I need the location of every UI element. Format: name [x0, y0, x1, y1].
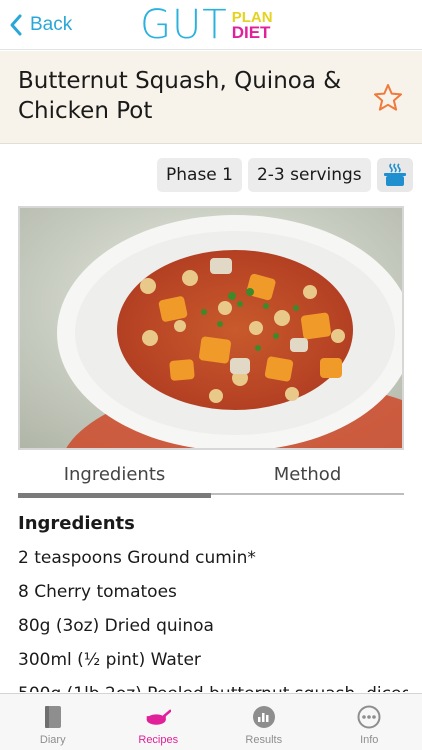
- tab-recipes[interactable]: Recipes: [106, 694, 212, 750]
- cooking-pot-icon: [383, 163, 406, 186]
- phase-tag: Phase 1: [157, 158, 242, 192]
- tab-info-label: Info: [360, 734, 379, 746]
- ingredients-list: Ingredients 2 teaspoons Ground cumin* 8 …: [18, 512, 408, 692]
- info-more-icon: [356, 704, 382, 730]
- back-label: Back: [30, 14, 73, 35]
- logo-diet-text: DIET: [231, 23, 271, 42]
- list-item: 2 teaspoons Ground cumin*: [18, 548, 256, 568]
- ingredients-heading: Ingredients: [18, 513, 135, 534]
- recipes-icon: [145, 704, 172, 730]
- back-button[interactable]: Back: [8, 10, 72, 40]
- tab-recipes-label: Recipes: [138, 734, 179, 746]
- diary-icon: [40, 704, 66, 730]
- chevron-left-icon: [10, 14, 22, 36]
- recipe-tabs: Ingredients Method: [18, 458, 404, 496]
- tab-info[interactable]: Info: [317, 694, 422, 750]
- recipe-title: Butternut Squash, Quinoa & Chicken Pot: [18, 68, 342, 124]
- cooking-pot-button[interactable]: [376, 158, 413, 192]
- food-illustration: [20, 208, 402, 448]
- recipe-photo: [18, 206, 404, 450]
- favorite-star-icon[interactable]: [372, 82, 404, 114]
- list-item: 300ml (½ pint) Water: [18, 650, 201, 670]
- recipe-tags: Phase 1 2-3 servings: [157, 158, 413, 192]
- bottom-tab-bar: Diary Recipes Results Info: [0, 693, 422, 750]
- list-item: 80g (3oz) Dried quinoa: [18, 616, 214, 636]
- tab-results[interactable]: Results: [211, 694, 317, 750]
- list-item: 8 Cherry tomatoes: [18, 582, 177, 602]
- tab-active-indicator: [18, 493, 211, 498]
- tab-ingredients[interactable]: Ingredients: [18, 458, 211, 496]
- nav-bar: Back GUT PLAN DIET: [0, 0, 422, 50]
- results-icon: [251, 704, 277, 730]
- logo-gut-text: GUT: [140, 2, 228, 48]
- app-logo: GUT PLAN DIET: [140, 4, 273, 46]
- list-item: 500g (1lb 2oz) Peeled butternut squash, …: [18, 682, 408, 692]
- tab-diary-label: Diary: [39, 734, 66, 746]
- recipe-header: Butternut Squash, Quinoa & Chicken Pot: [0, 51, 422, 144]
- servings-tag: 2-3 servings: [247, 158, 371, 192]
- tab-diary[interactable]: Diary: [0, 694, 106, 750]
- tab-results-label: Results: [245, 734, 283, 746]
- tab-method[interactable]: Method: [211, 458, 404, 496]
